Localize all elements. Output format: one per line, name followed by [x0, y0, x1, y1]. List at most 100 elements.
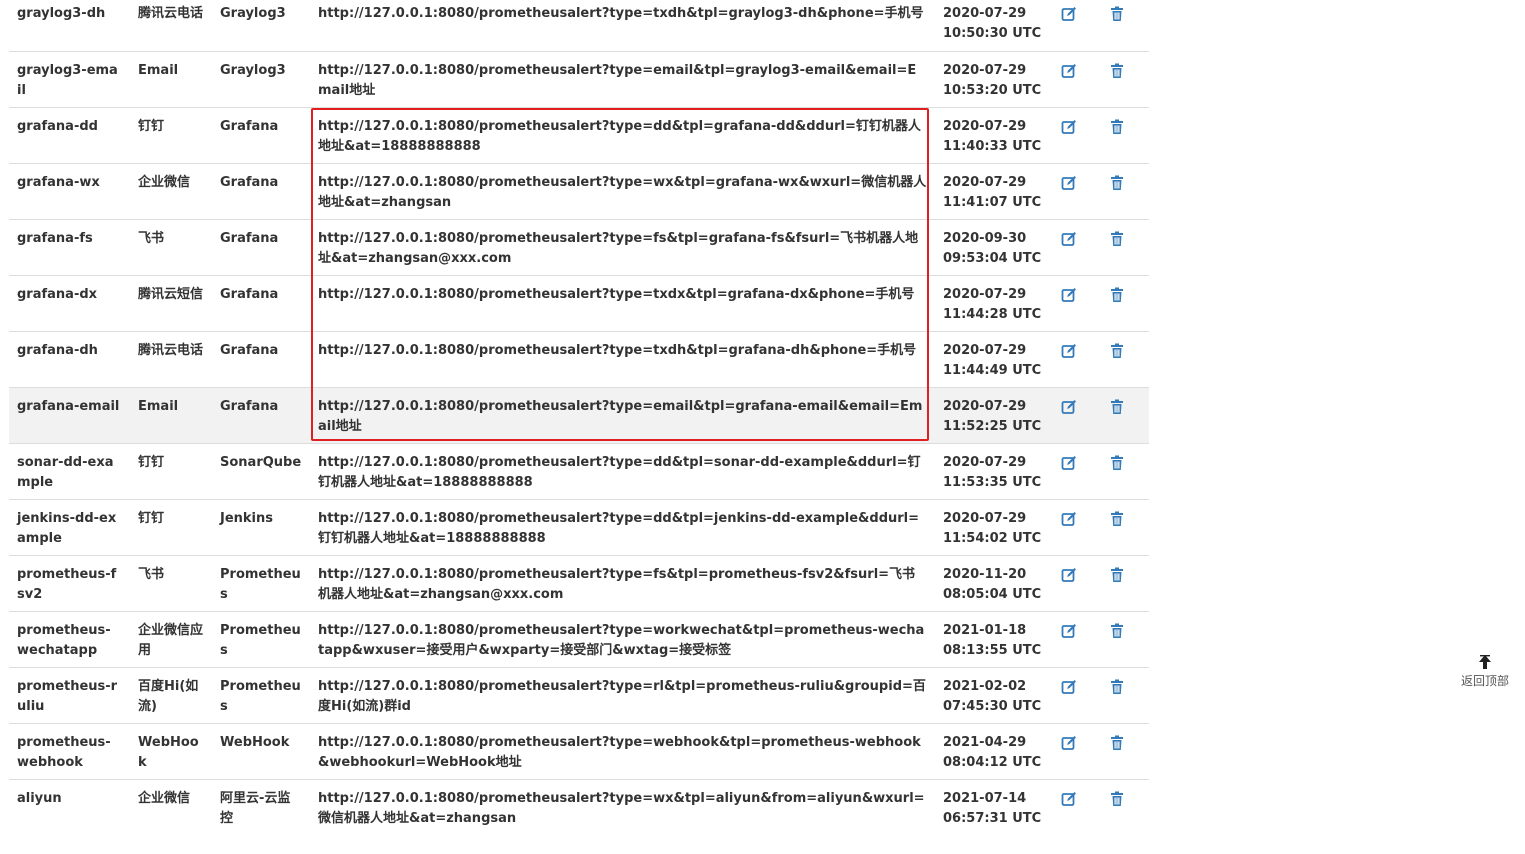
trash-icon[interactable] [1109, 735, 1125, 751]
time-text: 06:57:31 UTC [943, 810, 1042, 826]
template-type-cell: WebHook [130, 722, 212, 779]
template-type-cell: 飞书 [130, 554, 212, 611]
template-source-cell: Prometheus [212, 666, 310, 723]
date-text: 2020-07-29 [943, 510, 1027, 526]
template-table: graylog3-dh 腾讯云电话 Graylog3 http://127.0.0.1… [9, 0, 1149, 835]
template-source-cell: Prometheus [212, 554, 310, 611]
date-text: 2020-07-29 [943, 6, 1027, 21]
table-row: grafana-dx 腾讯云短信 Grafana http://127.0.0.1:8… [9, 274, 1149, 331]
date-text: 2020-07-29 [943, 174, 1027, 190]
edit-cell [1053, 330, 1101, 387]
template-source-cell: SonarQube [212, 442, 310, 499]
edit-icon[interactable] [1061, 343, 1077, 359]
edit-icon[interactable] [1061, 735, 1077, 751]
template-name-cell: jenkins-dd-example [9, 498, 130, 555]
template-name-cell: prometheus-ruliu [9, 666, 130, 723]
template-name-cell: grafana-dx [9, 274, 130, 331]
delete-cell [1101, 330, 1149, 387]
trash-icon[interactable] [1109, 455, 1125, 471]
delete-cell [1101, 50, 1149, 107]
template-source-cell: Grafana [212, 106, 310, 163]
trash-icon[interactable] [1109, 175, 1125, 191]
edit-icon[interactable] [1061, 679, 1077, 695]
edit-icon[interactable] [1061, 6, 1077, 22]
time-text: 09:53:04 UTC [943, 250, 1042, 266]
delete-cell [1101, 666, 1149, 723]
edit-icon[interactable] [1061, 63, 1077, 79]
trash-icon[interactable] [1109, 791, 1125, 807]
template-type-cell: 企业微信应用 [130, 610, 212, 667]
delete-cell [1101, 218, 1149, 275]
template-url-cell: http://127.0.0.1:8080/prometheusalert?ty… [310, 162, 935, 219]
delete-cell [1101, 722, 1149, 779]
edit-icon[interactable] [1061, 231, 1077, 247]
trash-icon[interactable] [1109, 63, 1125, 79]
table-row: grafana-dd 钉钉 Grafana http://127.0.0.1:8080… [9, 106, 1149, 163]
delete-cell [1101, 442, 1149, 499]
template-date-cell: 2021-07-14 06:57:31 UTC [935, 778, 1053, 835]
table-row: grafana-wx 企业微信 Grafana http://127.0.0.1:80… [9, 162, 1149, 219]
date-text: 2021-04-29 [943, 734, 1027, 750]
template-type-cell: 腾讯云电话 [130, 330, 212, 387]
edit-cell [1053, 386, 1101, 443]
trash-icon[interactable] [1109, 231, 1125, 247]
trash-icon[interactable] [1109, 119, 1125, 135]
template-type-cell: 腾讯云短信 [130, 274, 212, 331]
delete-cell [1101, 498, 1149, 555]
template-name-cell: sonar-dd-example [9, 442, 130, 499]
trash-icon[interactable] [1109, 623, 1125, 639]
back-to-top-button[interactable]: 返回顶部 [1452, 655, 1518, 689]
trash-icon[interactable] [1109, 287, 1125, 303]
edit-icon[interactable] [1061, 175, 1077, 191]
date-text: 2020-07-29 [943, 286, 1027, 302]
template-source-cell: Graylog3 [212, 50, 310, 107]
template-date-cell: 2021-04-29 08:04:12 UTC [935, 722, 1053, 779]
time-text: 11:54:02 UTC [943, 530, 1042, 546]
template-type-cell: 飞书 [130, 218, 212, 275]
trash-icon[interactable] [1109, 511, 1125, 527]
delete-cell [1101, 0, 1149, 51]
edit-icon[interactable] [1061, 623, 1077, 639]
template-date-cell: 2020-07-29 10:50:30 UTC [935, 0, 1053, 51]
delete-cell [1101, 610, 1149, 667]
template-url-cell: http://127.0.0.1:8080/prometheusalert?ty… [310, 554, 935, 611]
trash-icon[interactable] [1109, 679, 1125, 695]
edit-cell [1053, 218, 1101, 275]
date-text: 2020-07-29 [943, 454, 1027, 470]
date-text: 2021-02-02 [943, 678, 1027, 694]
back-to-top-label: 返回顶部 [1460, 674, 1509, 688]
trash-icon[interactable] [1109, 567, 1125, 583]
date-text: 2020-07-29 [943, 62, 1027, 78]
edit-icon[interactable] [1061, 399, 1077, 415]
edit-icon[interactable] [1061, 119, 1077, 135]
edit-cell [1053, 106, 1101, 163]
template-type-cell: 腾讯云电话 [138, 6, 204, 21]
trash-icon[interactable] [1109, 399, 1125, 415]
template-source-cell: Grafana [212, 218, 310, 275]
edit-icon[interactable] [1061, 455, 1077, 471]
date-text: 2020-07-29 [943, 118, 1027, 134]
date-text: 2021-07-14 [943, 790, 1027, 806]
edit-icon[interactable] [1061, 791, 1077, 807]
edit-icon[interactable] [1061, 287, 1077, 303]
edit-cell [1053, 498, 1101, 555]
template-source-cell: Grafana [212, 162, 310, 219]
edit-icon[interactable] [1061, 511, 1077, 527]
date-text: 2021-01-18 [943, 622, 1027, 638]
table-row: prometheus-ruliu 百度Hi(如流) Prometheus http:/… [9, 666, 1149, 723]
date-text: 2020-11-20 [943, 566, 1027, 582]
time-text: 07:45:30 UTC [943, 698, 1042, 714]
template-type-cell: 企业微信 [130, 162, 212, 219]
template-source-cell: Graylog3 [220, 6, 286, 21]
template-date-cell: 2020-07-29 11:54:02 UTC [935, 498, 1053, 555]
time-text: 08:13:55 UTC [943, 642, 1042, 658]
trash-icon[interactable] [1109, 343, 1125, 359]
template-date-cell: 2020-07-29 11:40:33 UTC [935, 106, 1053, 163]
template-name-cell: prometheus-fsv2 [9, 554, 130, 611]
template-name-cell: grafana-dh [9, 330, 130, 387]
template-date-cell: 2020-09-30 09:53:04 UTC [935, 218, 1053, 275]
template-name-cell: grafana-email [9, 386, 130, 443]
template-name-cell: prometheus-webhook [9, 722, 130, 779]
edit-icon[interactable] [1061, 567, 1077, 583]
trash-icon[interactable] [1109, 6, 1125, 22]
